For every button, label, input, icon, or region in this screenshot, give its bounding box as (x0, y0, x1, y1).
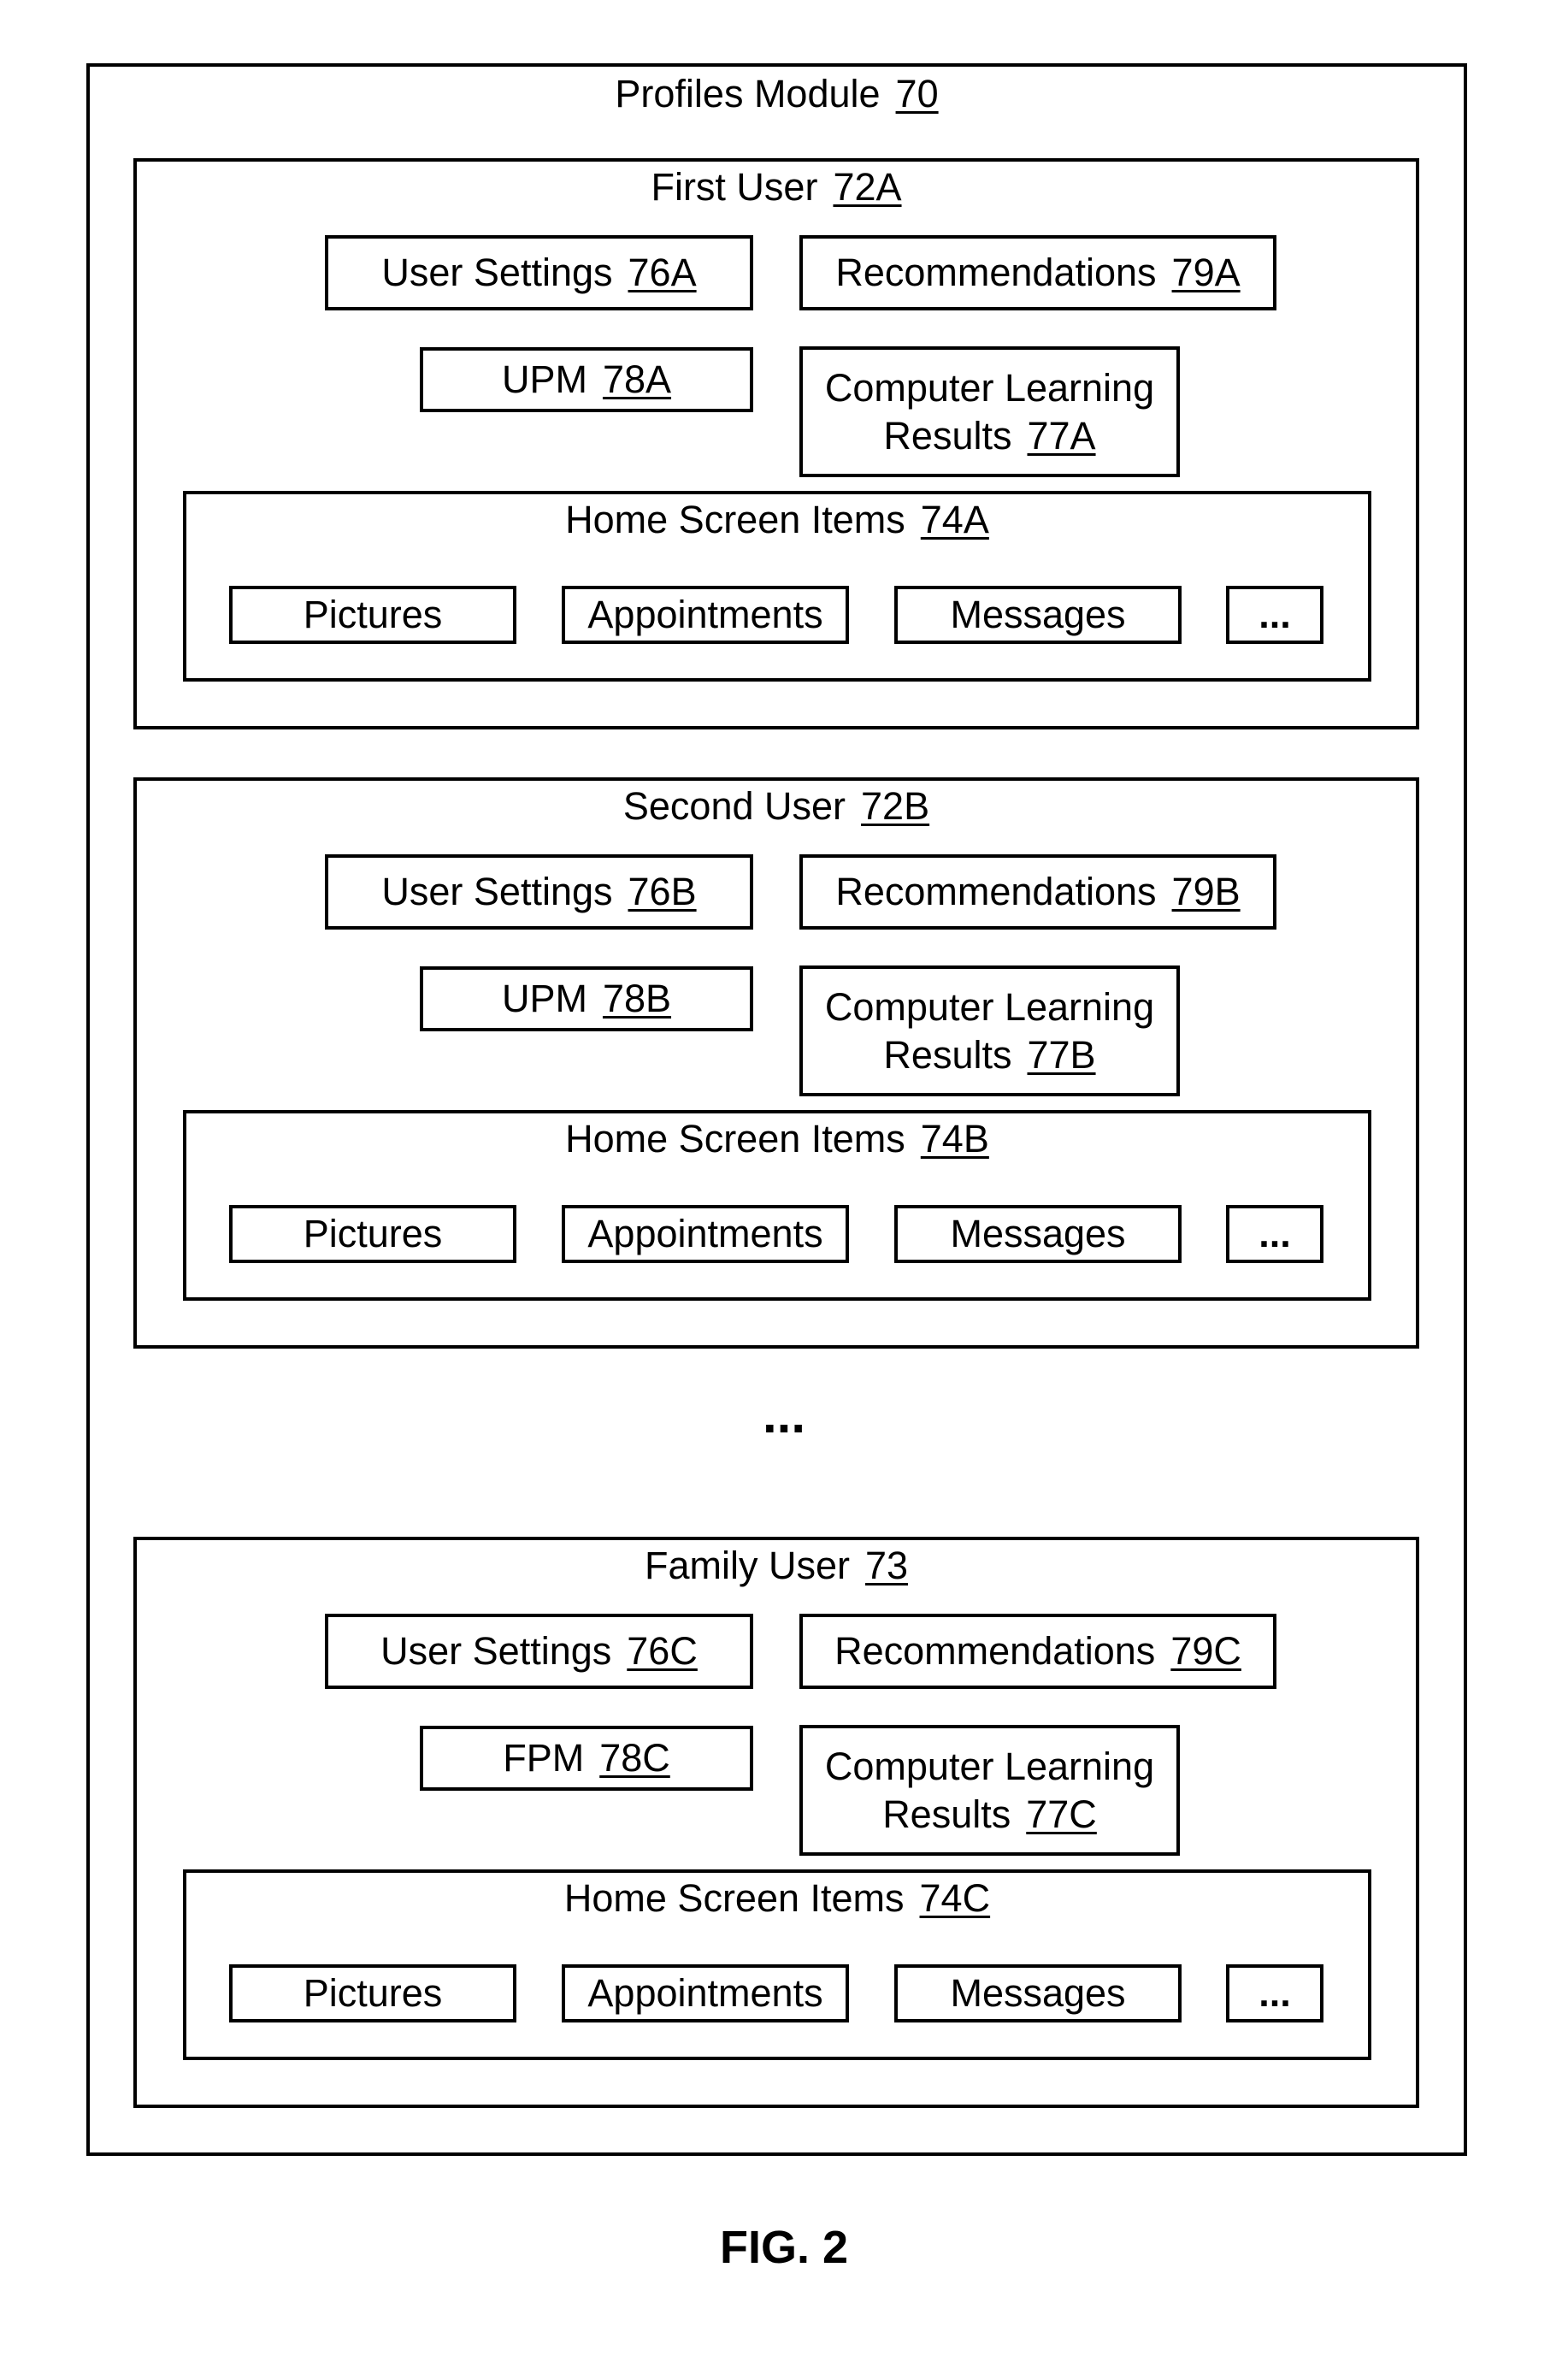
user-settings-label: User Settings (381, 251, 613, 294)
recommendations-label: Recommendations (835, 870, 1157, 913)
user-settings-label: User Settings (381, 870, 613, 913)
home-item-label: Pictures (303, 593, 443, 636)
home-screen-items-box: Home Screen Items 74C Pictures Appointmen… (183, 1869, 1371, 2060)
home-item-appointments: Appointments (562, 586, 849, 644)
user-settings-box: User Settings 76B (325, 854, 753, 930)
home-item-label: Pictures (303, 1212, 443, 1255)
recommendations-label: Recommendations (834, 1629, 1156, 1673)
home-screen-items-ref: 74C (919, 1876, 991, 1920)
profiles-module-ref: 70 (895, 72, 939, 115)
user-profile-title: Family User 73 (137, 1544, 1416, 1588)
learning-results-line2: Results (883, 413, 1012, 458)
learning-results-line2: Results (882, 1792, 1011, 1836)
learning-results-line1: Computer Learning (824, 984, 1155, 1029)
home-screen-items-label: Home Screen Items (563, 1876, 905, 1920)
profile-manager-box: UPM 78A (420, 347, 753, 412)
home-item-label: Appointments (587, 593, 823, 636)
home-item-label: ... (1259, 1212, 1291, 1255)
home-item-more: ... (1226, 1964, 1323, 2022)
home-item-messages: Messages (894, 1205, 1182, 1263)
home-item-pictures: Pictures (229, 1205, 516, 1263)
home-item-messages: Messages (894, 586, 1182, 644)
learning-results-box: Computer Learning Results 77C (799, 1725, 1180, 1856)
home-screen-items-label: Home Screen Items (565, 1117, 905, 1160)
user-profile-label: Family User (644, 1544, 850, 1587)
home-item-label: ... (1259, 593, 1291, 636)
first-user-box: First User 72A User Settings 76A Recommend… (133, 158, 1419, 729)
learning-results-line2: Results (883, 1032, 1012, 1077)
profile-manager-label: UPM (501, 357, 587, 401)
recommendations-ref: 79C (1170, 1629, 1241, 1673)
profiles-module-label: Profiles Module (615, 72, 881, 115)
profile-manager-ref: 78A (602, 357, 672, 401)
recommendations-box: Recommendations 79B (799, 854, 1276, 930)
home-item-more: ... (1226, 1205, 1323, 1263)
user-profile-title: First User 72A (137, 165, 1416, 210)
profile-manager-box: FPM 78C (420, 1726, 753, 1791)
home-screen-items-ref: 74A (920, 498, 989, 541)
family-user-box: Family User 73 User Settings 76C Recommend… (133, 1537, 1419, 2108)
home-screen-items-ref: 74B (920, 1117, 989, 1160)
user-profile-ref: 72A (833, 165, 902, 209)
learning-results-ref: 77A (1027, 413, 1096, 458)
user-settings-box: User Settings 76C (325, 1614, 753, 1689)
user-settings-box: User Settings 76A (325, 235, 753, 310)
user-settings-ref: 76B (628, 870, 697, 913)
learning-results-box: Computer Learning Results 77B (799, 965, 1180, 1096)
home-item-label: Messages (950, 593, 1126, 636)
profile-manager-label: FPM (503, 1736, 585, 1780)
second-user-box: Second User 72B User Settings 76B Recommen… (133, 777, 1419, 1349)
profiles-module-title: Profiles Module 70 (90, 72, 1464, 116)
profile-manager-ref: 78B (602, 977, 672, 1020)
home-screen-items-box: Home Screen Items 74B Pictures Appointmen… (183, 1110, 1371, 1301)
home-item-pictures: Pictures (229, 586, 516, 644)
home-item-label: Messages (950, 1212, 1126, 1255)
more-users-ellipsis: ... (762, 1386, 805, 1444)
user-profile-title: Second User 72B (137, 784, 1416, 829)
recommendations-ref: 79B (1171, 870, 1241, 913)
learning-results-line1: Computer Learning (824, 365, 1155, 410)
profile-manager-box: UPM 78B (420, 966, 753, 1031)
home-screen-items-title: Home Screen Items 74C (186, 1876, 1368, 1921)
user-profile-ref: 73 (864, 1544, 909, 1587)
home-item-label: Appointments (587, 1212, 823, 1255)
home-item-label: Messages (950, 1971, 1126, 2015)
user-profile-ref: 72B (861, 784, 930, 828)
home-item-label: Appointments (587, 1971, 823, 2015)
user-settings-ref: 76C (627, 1629, 698, 1673)
home-screen-items-title: Home Screen Items 74B (186, 1117, 1368, 1161)
home-item-appointments: Appointments (562, 1205, 849, 1263)
home-screen-items-title: Home Screen Items 74A (186, 498, 1368, 542)
learning-results-ref: 77B (1027, 1032, 1096, 1077)
home-item-appointments: Appointments (562, 1964, 849, 2022)
home-item-label: ... (1259, 1971, 1291, 2015)
profile-manager-ref: 78C (599, 1736, 670, 1780)
learning-results-line1: Computer Learning (824, 1744, 1155, 1788)
recommendations-box: Recommendations 79C (799, 1614, 1276, 1689)
home-item-label: Pictures (303, 1971, 443, 2015)
learning-results-box: Computer Learning Results 77A (799, 346, 1180, 477)
home-item-pictures: Pictures (229, 1964, 516, 2022)
home-screen-items-label: Home Screen Items (565, 498, 905, 541)
recommendations-box: Recommendations 79A (799, 235, 1276, 310)
figure-label: FIG. 2 (719, 2222, 849, 2273)
user-settings-label: User Settings (380, 1629, 612, 1673)
home-item-more: ... (1226, 586, 1323, 644)
home-item-messages: Messages (894, 1964, 1182, 2022)
user-profile-label: First User (651, 165, 818, 209)
user-settings-ref: 76A (628, 251, 697, 294)
learning-results-ref: 77C (1026, 1792, 1097, 1836)
recommendations-ref: 79A (1171, 251, 1241, 294)
recommendations-label: Recommendations (835, 251, 1157, 294)
user-profile-label: Second User (622, 784, 846, 828)
home-screen-items-box: Home Screen Items 74A Pictures Appointmen… (183, 491, 1371, 682)
profile-manager-label: UPM (501, 977, 587, 1020)
